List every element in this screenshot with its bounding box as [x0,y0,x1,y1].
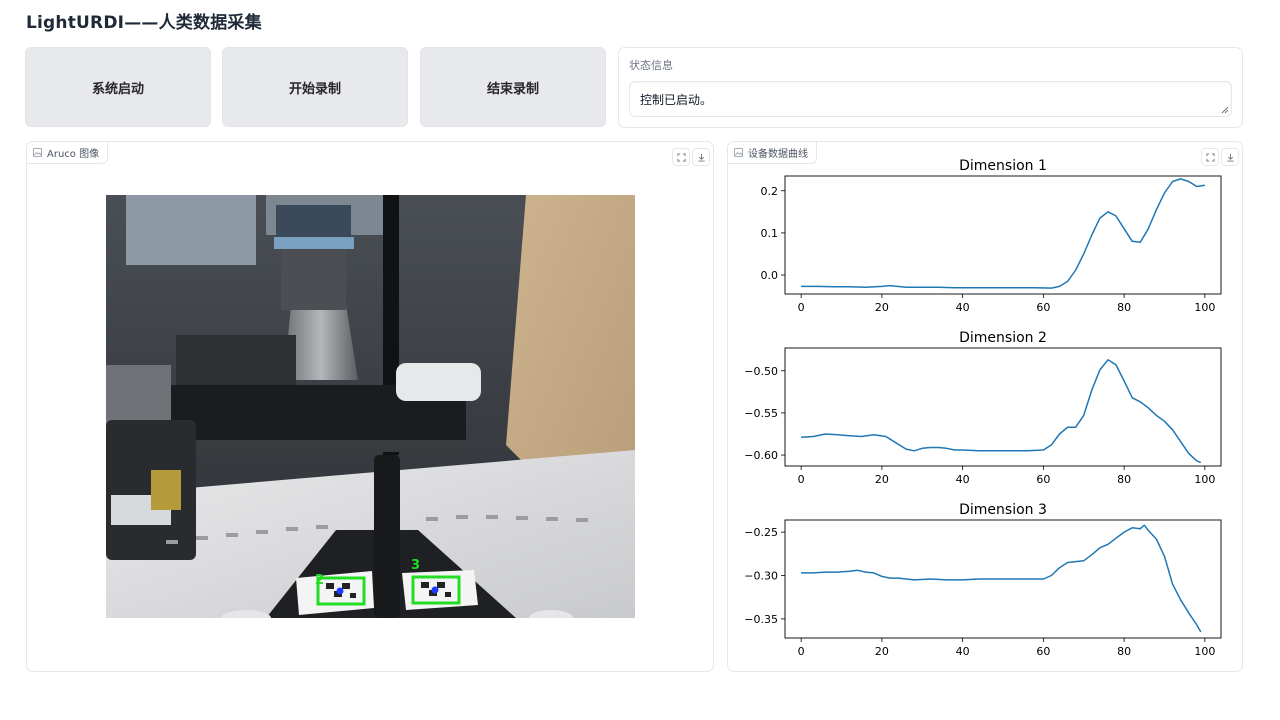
download-button[interactable] [692,148,710,166]
series-line-3 [801,524,1202,633]
chart-title-2: Dimension 2 [959,330,1047,346]
x-tick-label: 0 [798,473,805,486]
x-tick-label: 80 [1117,645,1131,658]
y-tick-label: −0.60 [744,449,778,462]
y-tick-label: −0.55 [744,407,778,420]
download-icon [697,153,705,162]
resize-grip-icon[interactable] [1221,106,1229,114]
camera-image: 2 3 [106,195,635,618]
status-box: 状态信息 控制已启动。 [618,47,1243,128]
chart-title-1: Dimension 1 [959,158,1047,174]
x-tick-label: 0 [798,301,805,314]
x-tick-label: 20 [875,473,889,486]
x-tick-label: 60 [1036,645,1050,658]
series-line-2 [801,359,1202,464]
y-tick-label: 0.1 [761,227,779,240]
x-tick-label: 20 [875,301,889,314]
camera-frame: 2 3 [106,195,635,618]
y-tick-label: −0.50 [744,365,778,378]
x-tick-label: 100 [1194,473,1215,486]
x-tick-label: 40 [956,301,970,314]
status-text: 控制已启动。 [640,93,713,107]
status-textarea[interactable]: 控制已启动。 [629,81,1232,117]
aruco-image-label: Aruco 图像 [47,149,100,160]
image-icon [33,148,42,157]
marker-id-2: 2 [315,573,324,588]
x-tick-label: 60 [1036,473,1050,486]
y-tick-label: 0.0 [761,269,779,282]
y-tick-label: 0.2 [761,185,779,198]
x-tick-label: 100 [1194,645,1215,658]
device-chart-panel: 设备数据曲线 Dimension 1 0 20 40 60 80 100 0.0 0.1 0.2 D… [727,141,1243,672]
aruco-image-panel: Aruco 图像 2 3 [26,141,714,672]
x-tick-label: 40 [956,645,970,658]
x-tick-label: 60 [1036,301,1050,314]
marker-id-3: 3 [411,558,420,573]
fullscreen-icon [676,152,686,162]
y-tick-label: −0.25 [744,526,778,539]
chart-axes-2 [784,347,1222,467]
chart-axes-1 [784,175,1222,295]
stop-record-button[interactable]: 结束录制 [420,47,606,127]
series-line-1 [801,178,1206,289]
x-tick-label: 100 [1194,301,1215,314]
x-tick-label: 20 [875,645,889,658]
y-tick-label: −0.30 [744,570,778,583]
device-data-chart: Dimension 1 0 20 40 60 80 100 0.0 0.1 0.2 Dimensio… [744,158,1222,658]
app-title: LightURDI——人类数据采集 [26,13,262,33]
start-record-button[interactable]: 开始录制 [222,47,408,127]
x-tick-label: 40 [956,473,970,486]
x-tick-label: 80 [1117,301,1131,314]
x-tick-label: 80 [1117,473,1131,486]
aruco-image-tag: Aruco 图像 [27,142,109,164]
chart-title-3: Dimension 3 [959,502,1047,518]
fullscreen-button[interactable] [672,148,690,166]
start-system-button[interactable]: 系统启动 [25,47,211,127]
status-label: 状态信息 [629,59,673,72]
x-tick-label: 0 [798,645,805,658]
y-tick-label: −0.35 [744,613,778,626]
